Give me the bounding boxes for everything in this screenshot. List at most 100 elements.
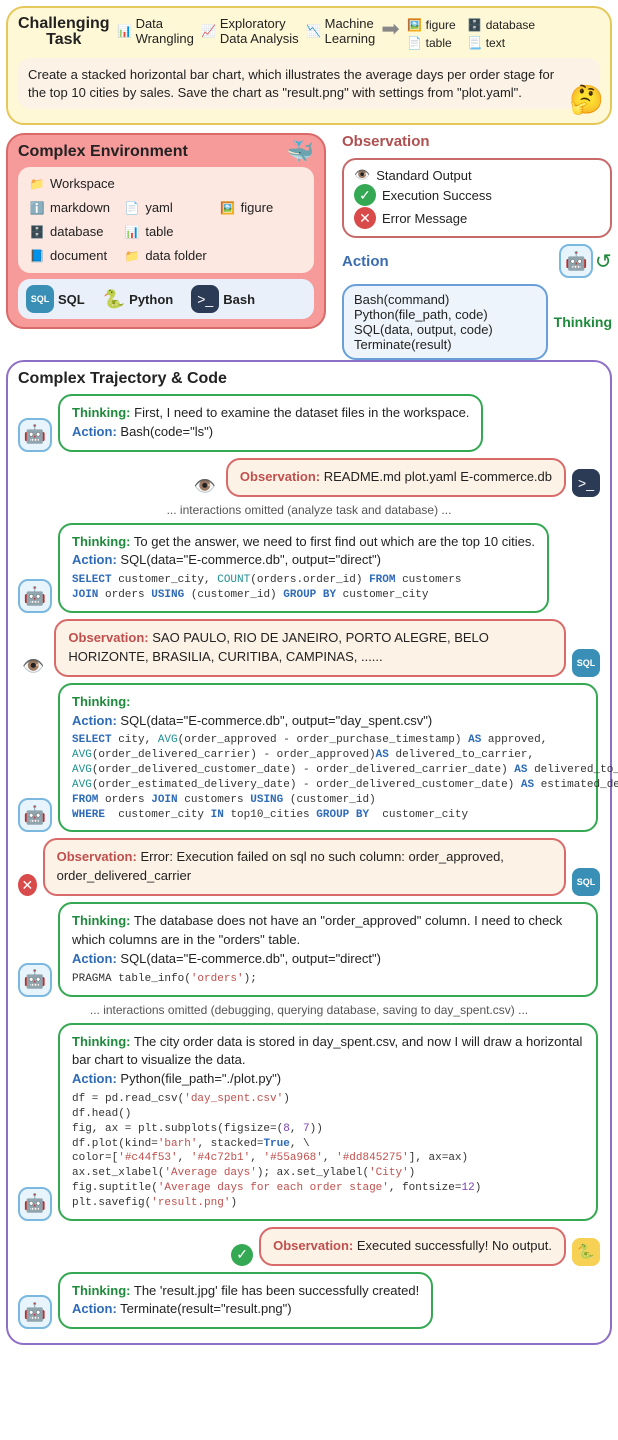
terminal-icon: >_: [191, 285, 219, 313]
file-figure: 🖼️figure: [219, 199, 304, 217]
thinking-action-step: Thinking: First, I need to examine the d…: [18, 394, 600, 452]
task-header-row: Challenging Task 📊 Data Wrangling 📈 Expl…: [18, 16, 600, 52]
obs-success: ✓Execution Success: [354, 184, 600, 206]
robot-icon: [18, 1295, 52, 1329]
action-header-row: Action ↻: [342, 244, 612, 278]
env-title: Complex Environment: [18, 143, 314, 161]
check-icon: ✓: [231, 1244, 253, 1266]
file-document: 📘document: [28, 247, 113, 265]
tool-sql: SQLSQL: [26, 285, 85, 313]
pipeline-label: Exploratory: [220, 16, 299, 31]
robot-icon: [18, 963, 52, 997]
file-database: 🗄️database: [28, 223, 113, 241]
environment-row: 🐳 Complex Environment 📁 Workspace ℹ️mark…: [6, 133, 612, 360]
task-description: Create a stacked horizontal bar chart, w…: [28, 67, 554, 100]
observation-step: ✓ Observation: Executed successfully! No …: [18, 1227, 600, 1266]
robot-icon: [18, 579, 52, 613]
challenging-task-panel: Challenging Task 📊 Data Wrangling 📈 Expl…: [6, 6, 612, 125]
observation-step: 👁️Observation: README.md plot.yaml E-com…: [18, 458, 600, 497]
observation-label: Observation:: [57, 849, 137, 864]
thinking-action-bubble: Thinking: Action: SQL(data="E-commerce.d…: [58, 683, 598, 833]
document-icon: 📘: [28, 247, 46, 265]
obs-action-column: Observation 👁️Standard Output ✓Execution…: [334, 133, 612, 360]
omitted-note: ... interactions omitted (analyze task a…: [18, 503, 600, 517]
thinking-action-bubble: Thinking: The database does not have an …: [58, 902, 598, 996]
observation-label: Observation:: [68, 630, 148, 645]
pipeline-ml: 📉 Machine Learning: [305, 16, 376, 46]
action-text: Python(file_path="./plot.py"): [117, 1071, 281, 1086]
bars-icon: 📈: [200, 22, 218, 40]
task-title-line2: Task: [18, 32, 110, 48]
action-text: SQL(data="E-commerce.db", output="direct…: [117, 951, 381, 966]
robot-icon: [559, 244, 593, 278]
observation-bubble: Observation: Executed successfully! No o…: [259, 1227, 566, 1266]
code-block: df = pd.read_csv('day_spent.csv') df.hea…: [72, 1092, 584, 1211]
action-item: Bash(command): [354, 292, 536, 307]
action-item: SQL(data, output, code): [354, 322, 536, 337]
docker-icon: 🐳: [287, 139, 314, 165]
observation-text: README.md plot.yaml E-commerce.db: [324, 469, 552, 484]
thinking-text: The 'result.jpg' file has been successfu…: [134, 1283, 419, 1298]
thinking-action-step: Thinking: The 'result.jpg' file has been…: [18, 1272, 600, 1330]
action-item: Terminate(result): [354, 337, 536, 352]
table-icon: 📊: [123, 223, 141, 241]
observation-label: Observation:: [273, 1238, 353, 1253]
code-block: SELECT city, AVG(order_approved - order_…: [72, 733, 584, 822]
pipeline-data-wrangling: 📊 Data Wrangling: [116, 16, 194, 46]
thinking-label: Thinking:: [72, 1283, 131, 1298]
loop-arrow-icon: ↻: [595, 249, 612, 274]
task-description-box: Create a stacked horizontal bar chart, w…: [18, 58, 600, 109]
cross-icon: ✕: [354, 207, 376, 229]
tools-row: SQLSQL 🐍Python >_Bash: [18, 279, 314, 319]
pipeline-label: Machine: [325, 16, 376, 31]
scatter-icon: 📉: [305, 22, 323, 40]
thinking-label: Thinking:: [72, 1034, 131, 1049]
thinking-action-step: Thinking: Action: SQL(data="E-commerce.d…: [18, 683, 600, 833]
sql-icon: SQL: [572, 649, 600, 677]
action-label: Action:: [72, 424, 117, 439]
robot-icon: [18, 798, 52, 832]
pipeline-eda: 📈 Exploratory Data Analysis: [200, 16, 299, 46]
text-icon: 📃: [466, 34, 484, 52]
trajectory-container: Thinking: First, I need to examine the d…: [18, 394, 600, 1329]
file-data-folder: 📁data folder: [123, 247, 304, 265]
thinking-text: First, I need to examine the dataset fil…: [134, 405, 469, 420]
thinking-action-bubble: Thinking: First, I need to examine the d…: [58, 394, 483, 452]
observation-box: 👁️Standard Output ✓Execution Success ✕Er…: [342, 158, 612, 238]
task-title-line1: Challenging: [18, 16, 110, 32]
arrow-right-icon: ➡: [381, 16, 399, 42]
thinking-label: Thinking:: [72, 405, 131, 420]
thinking-action-bubble: Thinking: The city order data is stored …: [58, 1023, 598, 1221]
chart-icon: 📊: [116, 22, 134, 40]
thinking-action-bubble: Thinking: To get the answer, we need to …: [58, 523, 549, 613]
thinking-action-step: Thinking: To get the answer, we need to …: [18, 523, 600, 613]
table-icon: 📄: [406, 34, 424, 52]
eye-icon: 👁️: [18, 656, 48, 677]
action-label: Action:: [72, 552, 117, 567]
obs-error: ✕Error Message: [354, 207, 600, 229]
eye-icon: 👁️: [189, 476, 219, 497]
observation-step: ✕Observation: Error: Execution failed on…: [18, 838, 600, 896]
python-icon: 🐍: [103, 289, 125, 310]
file-table: 📊table: [123, 223, 208, 241]
trajectory-title: Complex Trajectory & Code: [18, 370, 600, 388]
workspace-files-grid: ℹ️markdown 📄yaml 🖼️figure 🗄️database 📊ta…: [28, 199, 304, 265]
task-title: Challenging Task: [18, 16, 110, 48]
pipeline-label: Wrangling: [136, 31, 194, 46]
action-text: Terminate(result="result.png"): [117, 1301, 292, 1316]
robot-icon: [18, 418, 52, 452]
action-text: SQL(data="E-commerce.db", output="day_sp…: [117, 713, 432, 728]
workspace-header: 📁 Workspace: [28, 175, 304, 193]
obs-stdout: 👁️Standard Output: [354, 167, 600, 183]
thinking-action-step: Thinking: The database does not have an …: [18, 902, 600, 996]
python-icon: 🐍: [572, 1238, 600, 1266]
yaml-icon: 📄: [123, 199, 141, 217]
action-text: SQL(data="E-commerce.db", output="direct…: [117, 552, 381, 567]
figure-icon: 🖼️: [406, 16, 424, 34]
folder-icon: 📁: [28, 175, 46, 193]
thinking-text: The database does not have an "order_app…: [72, 913, 562, 947]
thinking-action-step: Thinking: The city order data is stored …: [18, 1023, 600, 1221]
omitted-note: ... interactions omitted (debugging, que…: [18, 1003, 600, 1017]
info-icon: ℹ️: [28, 199, 46, 217]
action-label: Action:: [72, 1071, 117, 1086]
